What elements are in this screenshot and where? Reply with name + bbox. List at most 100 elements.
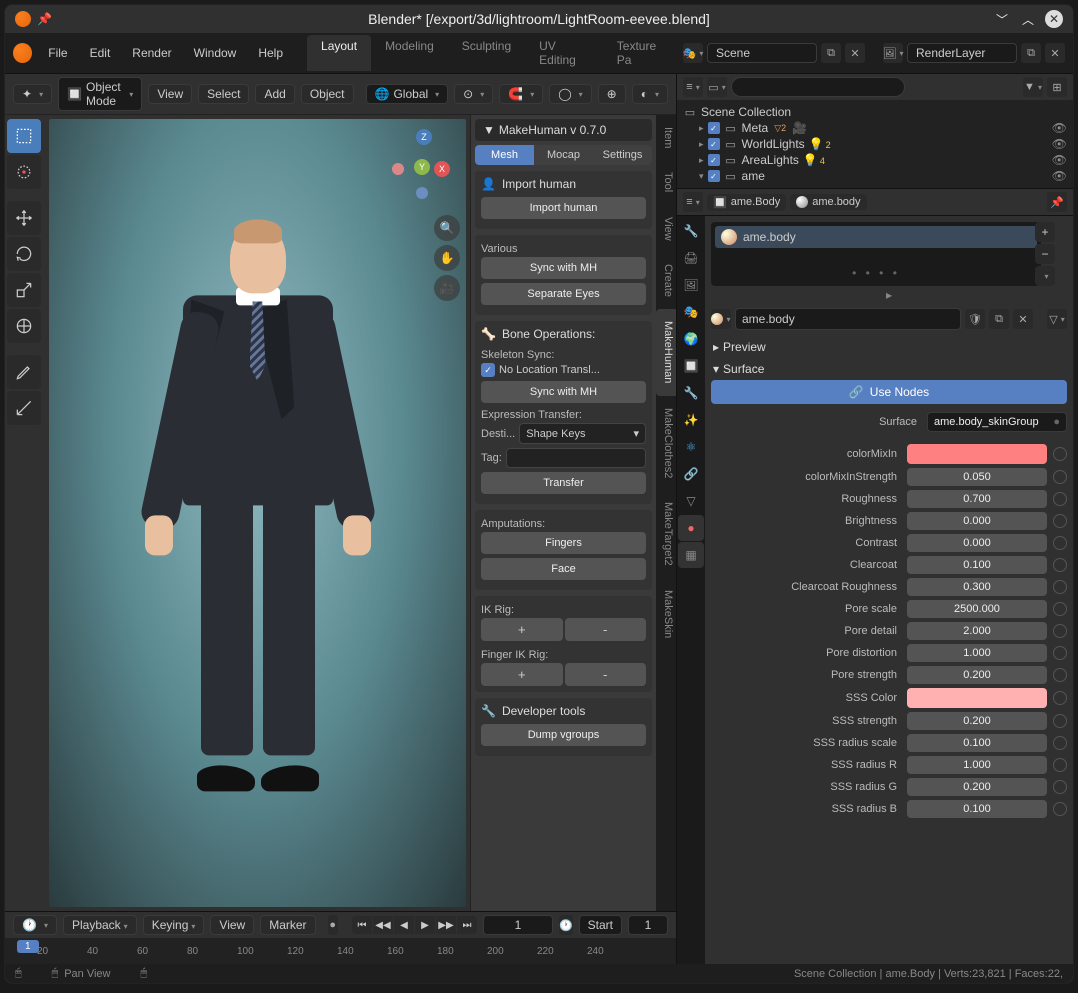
ptab-object[interactable]: 🔲 (678, 353, 704, 379)
slot-add-button[interactable]: + (1035, 222, 1055, 242)
ptab-world[interactable]: 🌍 (678, 326, 704, 352)
outliner-search-input[interactable] (731, 77, 905, 97)
viewlayer-copy-icon[interactable]: ⧉ (1021, 43, 1041, 63)
ptab-scene[interactable]: 🎭 (678, 299, 704, 325)
dump-vgroups-button[interactable]: Dump vgroups (481, 724, 646, 746)
outliner-mode-icon[interactable]: ≡ (683, 77, 703, 97)
jump-end-icon[interactable]: ⏭ (457, 916, 477, 934)
vtab-item[interactable]: Item (656, 115, 676, 160)
props-editor-icon[interactable]: ≡ (683, 192, 703, 212)
ptab-constraints[interactable]: 🔗 (678, 461, 704, 487)
viewlayer-delete-icon[interactable]: ✕ (1045, 43, 1065, 63)
param-value-input[interactable]: 0.300 (907, 578, 1047, 596)
param-value-input[interactable]: 0.100 (907, 734, 1047, 752)
param-value-input[interactable]: 1.000 (907, 756, 1047, 774)
auto-key-icon[interactable]: ● (328, 915, 338, 935)
ptab-output[interactable]: 🖨 (678, 245, 704, 271)
visibility-toggle[interactable]: 👁 (1052, 169, 1067, 183)
scene-delete-icon[interactable]: ✕ (845, 43, 865, 63)
axis-neg-icon[interactable] (416, 187, 428, 199)
param-value-input[interactable]: 0.050 (907, 468, 1047, 486)
vtab-view[interactable]: View (656, 205, 676, 253)
tab-layout[interactable]: Layout (307, 35, 371, 71)
material-browse-icon[interactable] (711, 309, 731, 329)
orientation-select[interactable]: 🌐 Global (366, 84, 449, 104)
param-socket-icon[interactable] (1053, 624, 1067, 638)
menu-render[interactable]: Render (122, 42, 181, 64)
param-socket-icon[interactable] (1053, 714, 1067, 728)
material-slot-item[interactable]: ame.body (715, 226, 1037, 248)
new-mat-icon[interactable]: ⧉ (989, 309, 1009, 329)
param-socket-icon[interactable] (1053, 758, 1067, 772)
tool-select-box[interactable] (7, 119, 41, 153)
tool-measure[interactable] (7, 391, 41, 425)
menu-file[interactable]: File (38, 42, 77, 64)
vtab-makeclothes[interactable]: MakeClothes2 (656, 396, 676, 490)
transfer-button[interactable]: Transfer (481, 472, 646, 494)
play-rev-icon[interactable]: ◀ (394, 916, 414, 934)
menu-window[interactable]: Window (184, 42, 247, 64)
scene-copy-icon[interactable]: ⧉ (821, 43, 841, 63)
param-color-input[interactable] (907, 444, 1047, 464)
header-select[interactable]: Select (198, 84, 249, 104)
menu-help[interactable]: Help (248, 42, 293, 64)
param-socket-icon[interactable] (1053, 492, 1067, 506)
close-button[interactable]: ✕ (1045, 10, 1063, 28)
ptab-physics[interactable]: ⚛ (678, 434, 704, 460)
ptab-data[interactable]: ▽ (678, 488, 704, 514)
header-add[interactable]: Add (255, 84, 294, 104)
tool-annotate[interactable] (7, 355, 41, 389)
next-key-icon[interactable]: ▶▶ (436, 916, 456, 934)
param-socket-icon[interactable] (1053, 514, 1067, 528)
sync-with-mh-button[interactable]: Sync with MH (481, 257, 646, 279)
overlays-icon[interactable]: ◐ (632, 84, 668, 104)
gizmo-toggle-icon[interactable]: ⊕ (598, 84, 626, 104)
mode-select[interactable]: 🔲 Object Mode (58, 77, 142, 111)
param-value-input[interactable]: 0.000 (907, 512, 1047, 530)
breadcrumb[interactable]: 🔲 ame.Body (707, 194, 786, 211)
no-location-checkbox[interactable]: ✓ (481, 363, 495, 377)
outliner-display-icon[interactable]: ▭ (707, 77, 727, 97)
tool-scale[interactable] (7, 273, 41, 307)
outliner-item[interactable]: ▸✓▭AreaLights 💡4👁 (683, 152, 1067, 168)
param-value-input[interactable]: 0.100 (907, 800, 1047, 818)
param-socket-icon[interactable] (1053, 646, 1067, 660)
pin-panel-icon[interactable]: 📌 (1047, 192, 1067, 212)
pin-icon[interactable]: 📌 (37, 12, 52, 26)
zoom-icon[interactable]: 🔍 (434, 215, 460, 241)
mh-tab-mocap[interactable]: Mocap (534, 145, 593, 165)
finger-ik-remove-button[interactable]: - (565, 663, 647, 686)
tag-input[interactable] (506, 448, 646, 468)
unlink-mat-icon[interactable]: ✕ (1013, 309, 1033, 329)
viewport-3d[interactable]: Z Y X 🔍 ✋ 🎥 (49, 119, 466, 907)
jump-start-icon[interactable]: ⏮ (352, 916, 372, 934)
slot-remove-button[interactable]: − (1035, 244, 1055, 264)
param-socket-icon[interactable] (1053, 691, 1067, 705)
axis-y-icon[interactable]: Y (414, 159, 430, 175)
vtab-maketarget[interactable]: MakeTarget2 (656, 490, 676, 578)
timeline-ruler[interactable]: 1 20 40 60 80 100 120 140 160 180 200 22… (5, 938, 676, 964)
axis-z-icon[interactable]: Z (416, 129, 432, 145)
vtab-create[interactable]: Create (656, 252, 676, 309)
app-menu-icon[interactable] (13, 43, 32, 63)
playhead[interactable]: 1 (17, 940, 39, 953)
filter-icon[interactable]: ▼ (1023, 77, 1043, 97)
material-slot-list[interactable]: ame.body • • • • (711, 222, 1041, 286)
ptab-texture[interactable]: ▦ (678, 542, 704, 568)
ptab-modifiers[interactable]: 🔧 (678, 380, 704, 406)
visibility-toggle[interactable]: 👁 (1052, 153, 1067, 167)
pan-icon[interactable]: ✋ (434, 245, 460, 271)
tl-marker[interactable]: Marker (260, 915, 315, 935)
slot-menu-button[interactable] (1035, 266, 1055, 286)
fingers-button[interactable]: Fingers (481, 532, 646, 554)
param-socket-icon[interactable] (1053, 780, 1067, 794)
mh-tab-mesh[interactable]: Mesh (475, 145, 534, 165)
maximize-button[interactable]: ︿ (1019, 10, 1037, 28)
use-nodes-button[interactable]: 🔗 Use Nodes (711, 380, 1067, 404)
makehuman-panel-header[interactable]: ▼ MakeHuman v 0.7.0 (475, 119, 652, 141)
ik-add-button[interactable]: + (481, 618, 563, 641)
scene-browse-icon[interactable]: 🎭 (683, 43, 703, 63)
param-socket-icon[interactable] (1053, 802, 1067, 816)
param-value-input[interactable]: 1.000 (907, 644, 1047, 662)
snap-icon[interactable]: 🧲 (499, 84, 543, 104)
